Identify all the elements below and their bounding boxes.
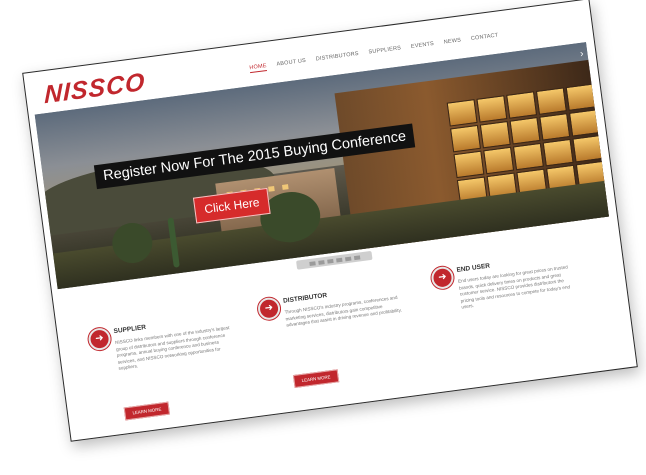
nav-item-events[interactable]: EVENTS [411,41,435,52]
slider-dot[interactable] [317,259,325,265]
end-user-title: END USER [456,262,491,274]
nav-item-about[interactable]: ABOUT US [276,58,306,70]
nav-item-news[interactable]: NEWS [444,37,462,47]
screenshot-stage: NISSCO HOME ABOUT US DISTRIBUTORS SUPPLI… [0,0,646,475]
arrow-right-icon: ➜ [430,265,455,291]
supplier-learn-more-button[interactable]: LEARN MORE [123,401,171,421]
distributor-learn-more-button[interactable]: LEARN MORE [292,369,340,389]
distributor-title: DISTRIBUTOR [282,292,328,305]
nav-item-distributors[interactable]: DISTRIBUTORS [315,51,359,65]
nav-item-contact[interactable]: CONTACT [471,32,499,44]
website-page: NISSCO HOME ABOUT US DISTRIBUTORS SUPPLI… [22,0,638,442]
slider-dot[interactable] [308,260,316,266]
end-user-section: ➜ END USER End users today are looking f… [430,249,579,310]
nav-item-suppliers[interactable]: SUPPLIERS [368,45,401,57]
nav-item-home[interactable]: HOME [249,62,268,74]
arrow-right-icon: ➜ [256,296,282,322]
arrow-right-icon: ➜ [87,326,112,352]
slider-dot[interactable] [326,258,334,264]
supplier-title: SUPPLIER [113,323,147,336]
distributor-section: ➜ DISTRIBUTOR Through NISSCO's industry … [256,280,406,389]
slider-dot[interactable] [344,256,351,261]
slider-dot[interactable] [353,254,360,260]
supplier-section: ➜ SUPPLIER NISSCO links members with one… [87,310,236,421]
slider-dot[interactable] [335,257,342,263]
